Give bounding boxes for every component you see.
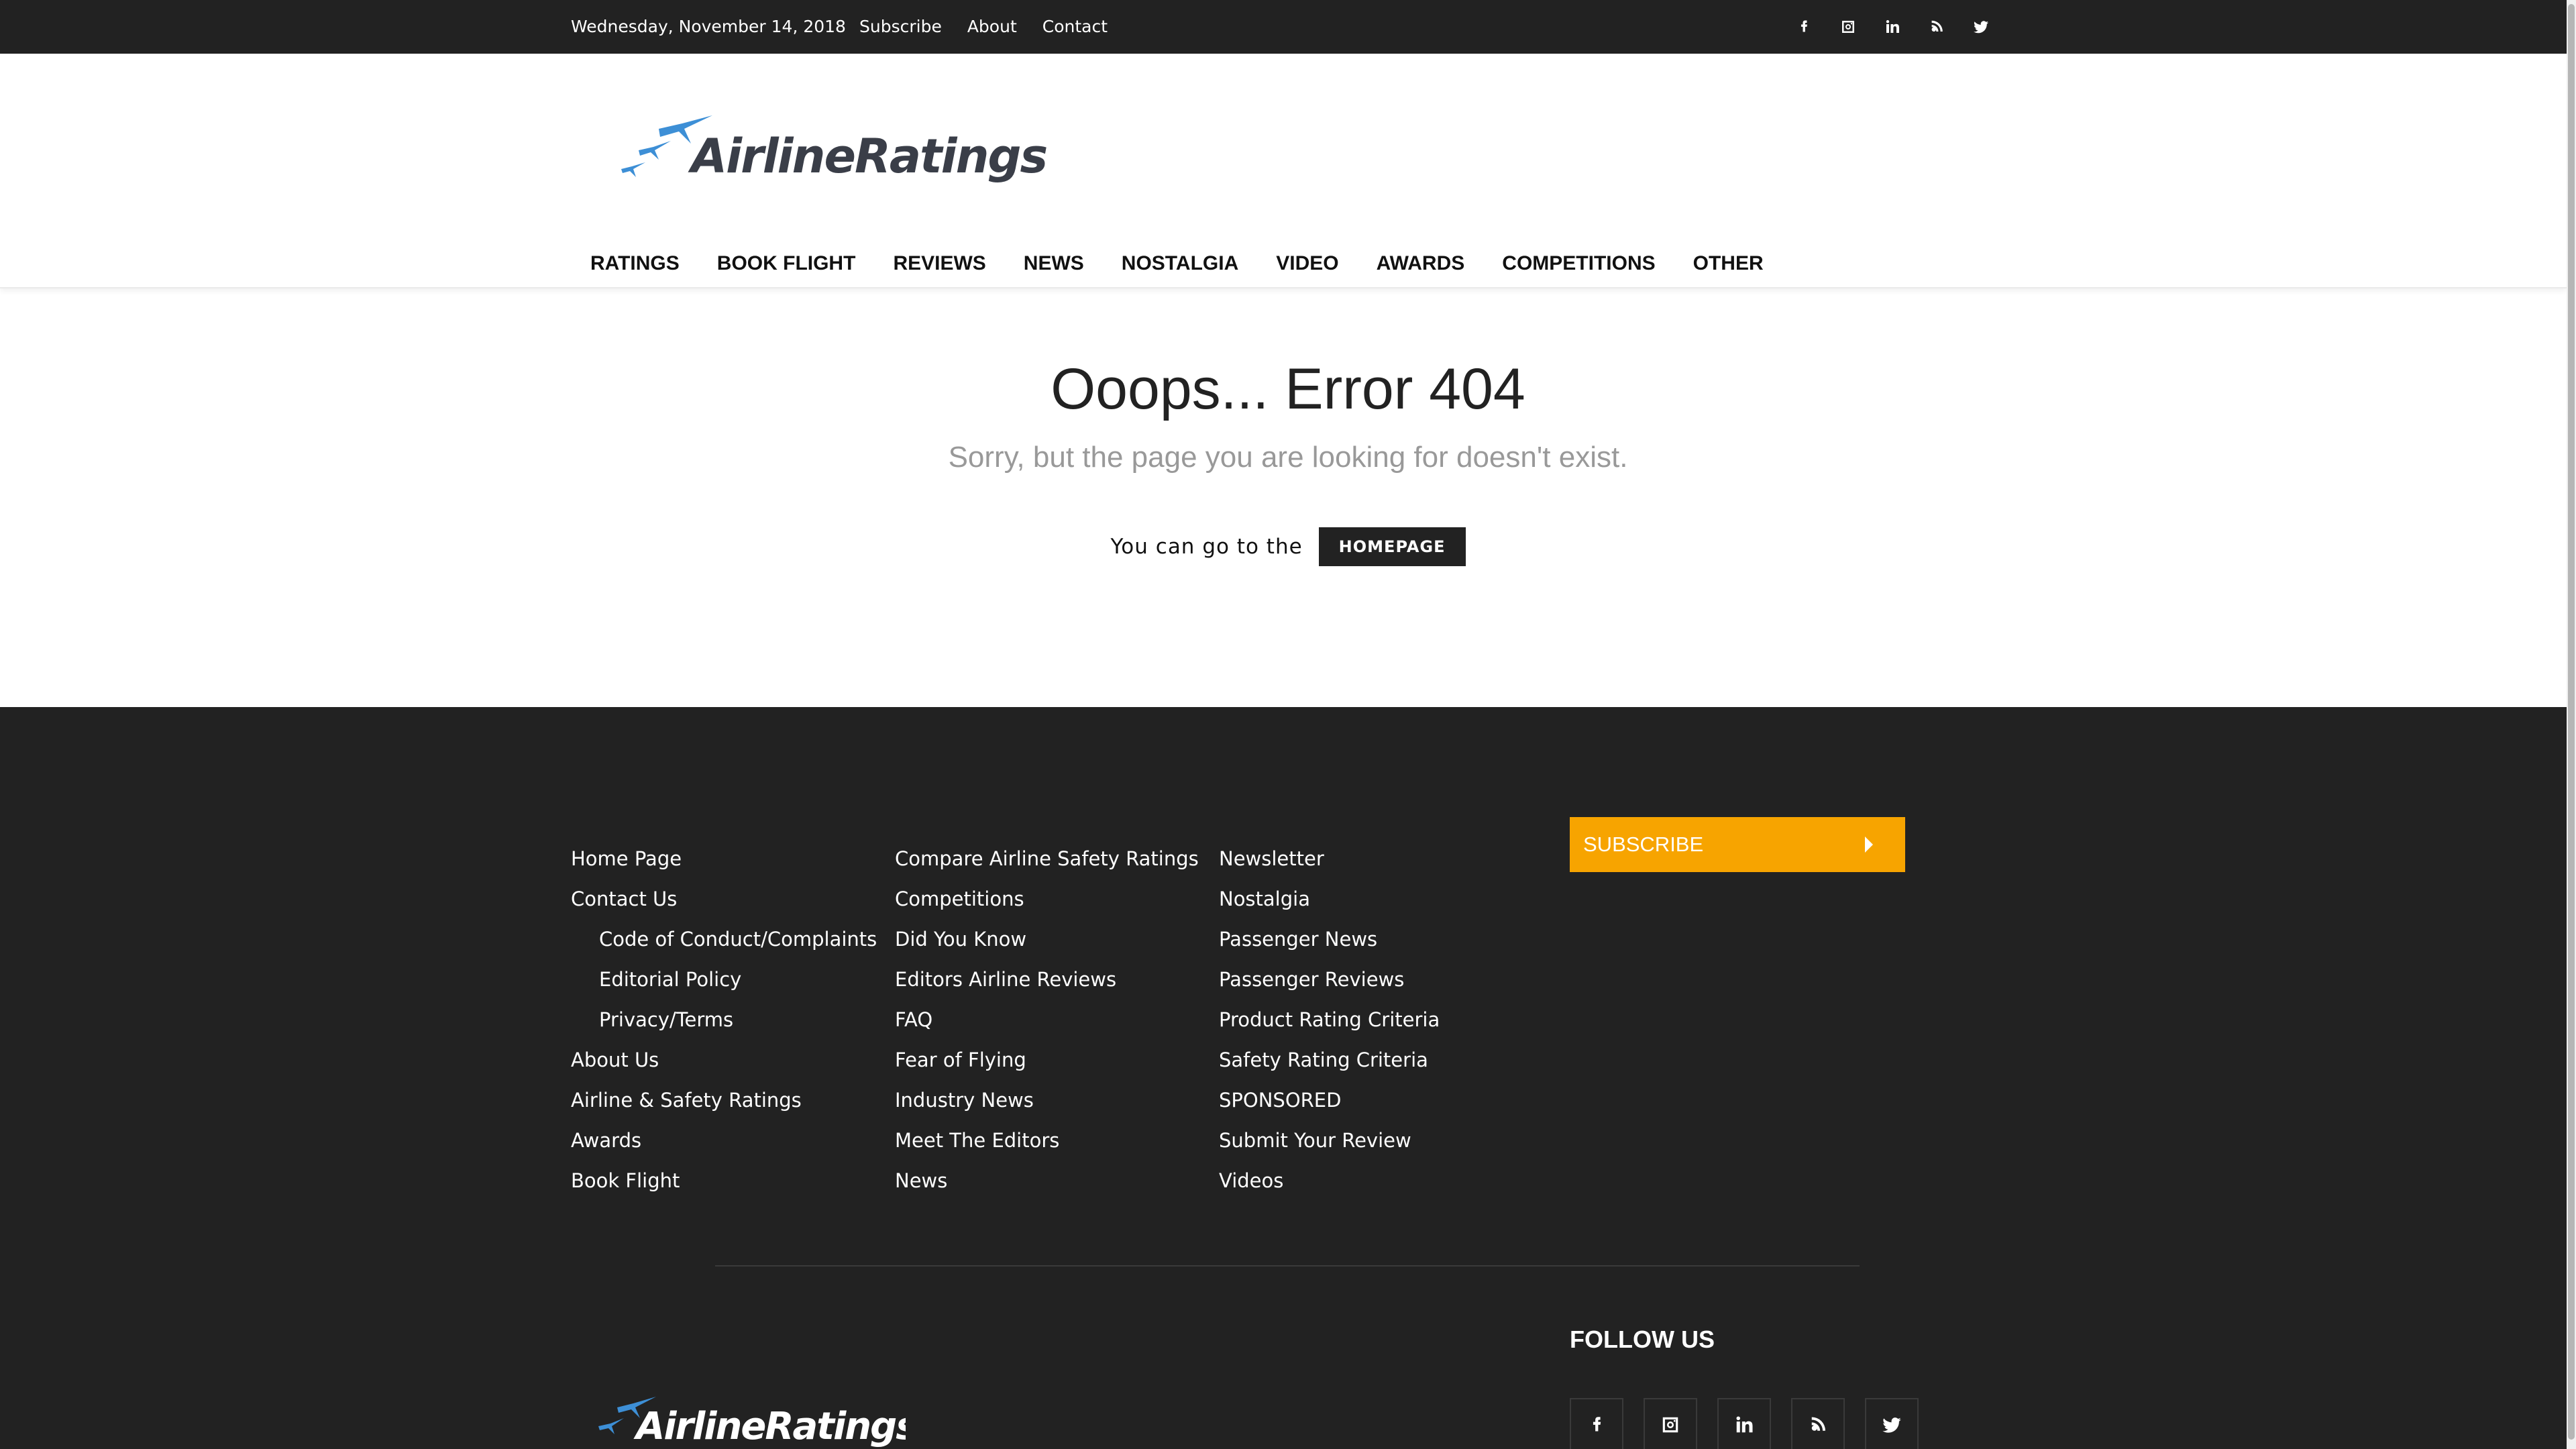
arrow-right-icon	[1865, 837, 1873, 853]
page-scrollbar[interactable]	[2567, 0, 2576, 1449]
nav-competitions[interactable]: COMPETITIONS	[1483, 244, 1674, 284]
nav-ratings[interactable]: RATINGS	[590, 244, 698, 284]
error-subtitle: Sorry, but the page you are looking for …	[948, 441, 1628, 474]
footer-link[interactable]: Awards	[571, 1120, 877, 1161]
footer-link[interactable]: News	[895, 1161, 1199, 1201]
footer-link[interactable]: Videos	[1219, 1161, 1440, 1201]
top-link-about[interactable]: About	[967, 16, 1017, 38]
nav-awards[interactable]: AWARDS	[1358, 244, 1484, 284]
follow-us-heading: FOLLOW US	[1570, 1326, 1715, 1353]
footer-link[interactable]: Contact Us	[571, 879, 877, 919]
scrollbar-thumb[interactable]	[2568, 4, 2575, 1440]
nav-reviews[interactable]: REVIEWS	[874, 244, 1004, 284]
error-homepage-row: You can go to the HOMEPAGE	[0, 527, 2576, 566]
footer-column-3: Newsletter Nostalgia Passenger News Pass…	[1219, 839, 1440, 1201]
top-bar: Wednesday, November 14, 2018 Subscribe A…	[0, 0, 2567, 54]
go-to-text: You can go to the	[1110, 535, 1303, 559]
footer-link[interactable]: Did You Know	[895, 919, 1199, 959]
footer-logo[interactable]: AirlineRatings	[584, 1393, 906, 1449]
footer-link[interactable]: Passenger News	[1219, 919, 1440, 959]
main-navigation: RATINGS BOOK FLIGHT REVIEWS NEWS NOSTALG…	[590, 244, 1782, 284]
footer-link[interactable]: Competitions	[895, 879, 1199, 919]
footer-logo-wordmark: AirlineRatings	[636, 1405, 906, 1448]
footer-column-2: Compare Airline Safety Ratings Competiti…	[895, 839, 1199, 1201]
nav-book-flight[interactable]: BOOK FLIGHT	[698, 244, 875, 284]
linkedin-icon[interactable]	[1878, 12, 1907, 42]
footer-link[interactable]: Fear of Flying	[895, 1040, 1199, 1080]
footer-link[interactable]: Passenger Reviews	[1219, 959, 1440, 1000]
site-header: AirlineRatings RATINGS BOOK FLIGHT REVIE…	[0, 54, 2567, 288]
error-title: Ooops... Error 404	[1051, 357, 1525, 421]
top-link-subscribe[interactable]: Subscribe	[859, 16, 942, 38]
footer-social-icons	[1570, 1398, 1919, 1449]
linkedin-icon[interactable]	[1717, 1398, 1771, 1449]
instagram-icon[interactable]	[1833, 12, 1863, 42]
nav-video[interactable]: VIDEO	[1257, 244, 1357, 284]
footer-link[interactable]: Nostalgia	[1219, 879, 1440, 919]
top-link-contact[interactable]: Contact	[1042, 16, 1108, 38]
instagram-icon[interactable]	[1644, 1398, 1697, 1449]
footer-link[interactable]: Industry News	[895, 1080, 1199, 1120]
footer-link[interactable]: Submit Your Review	[1219, 1120, 1440, 1161]
logo-wordmark: AirlineRatings	[691, 129, 1048, 184]
top-links: Subscribe About Contact	[859, 16, 1108, 38]
facebook-icon[interactable]	[1570, 1398, 1623, 1449]
site-footer: Home Page Contact Us Code of Conduct/Com…	[0, 707, 2567, 1449]
nav-other[interactable]: OTHER	[1674, 244, 1782, 284]
footer-link[interactable]: About Us	[571, 1040, 877, 1080]
footer-link[interactable]: Product Rating Criteria	[1219, 1000, 1440, 1040]
footer-link[interactable]: SPONSORED	[1219, 1080, 1440, 1120]
nav-nostalgia[interactable]: NOSTALGIA	[1103, 244, 1257, 284]
footer-link[interactable]: FAQ	[895, 1000, 1199, 1040]
footer-link[interactable]: Home Page	[571, 839, 877, 879]
facebook-icon[interactable]	[1789, 12, 1819, 42]
site-logo[interactable]: AirlineRatings	[612, 109, 1048, 196]
footer-link[interactable]: Safety Rating Criteria	[1219, 1040, 1440, 1080]
nav-news[interactable]: NEWS	[1005, 244, 1103, 284]
footer-link[interactable]: Privacy/Terms	[571, 1000, 877, 1040]
footer-link[interactable]: Newsletter	[1219, 839, 1440, 879]
twitter-icon[interactable]	[1966, 12, 1996, 42]
footer-link[interactable]: Compare Airline Safety Ratings	[895, 839, 1199, 879]
subscribe-label: SUBSCRIBE	[1583, 833, 1704, 856]
footer-link[interactable]: Editors Airline Reviews	[895, 959, 1199, 1000]
subscribe-button[interactable]: SUBSCRIBE	[1570, 817, 1905, 872]
footer-link[interactable]: Book Flight	[571, 1161, 877, 1201]
rss-icon[interactable]	[1791, 1398, 1845, 1449]
footer-link[interactable]: Code of Conduct/Complaints	[571, 919, 877, 959]
current-date: Wednesday, November 14, 2018	[571, 17, 846, 36]
footer-link[interactable]: Editorial Policy	[571, 959, 877, 1000]
rss-icon[interactable]	[1922, 12, 1951, 42]
twitter-icon[interactable]	[1865, 1398, 1919, 1449]
footer-link[interactable]: Meet The Editors	[895, 1120, 1199, 1161]
footer-link[interactable]: Airline & Safety Ratings	[571, 1080, 877, 1120]
homepage-button[interactable]: HOMEPAGE	[1318, 527, 1466, 566]
footer-column-1: Home Page Contact Us Code of Conduct/Com…	[571, 839, 877, 1201]
top-social-icons	[1789, 12, 1996, 42]
footer-divider	[715, 1265, 1860, 1267]
